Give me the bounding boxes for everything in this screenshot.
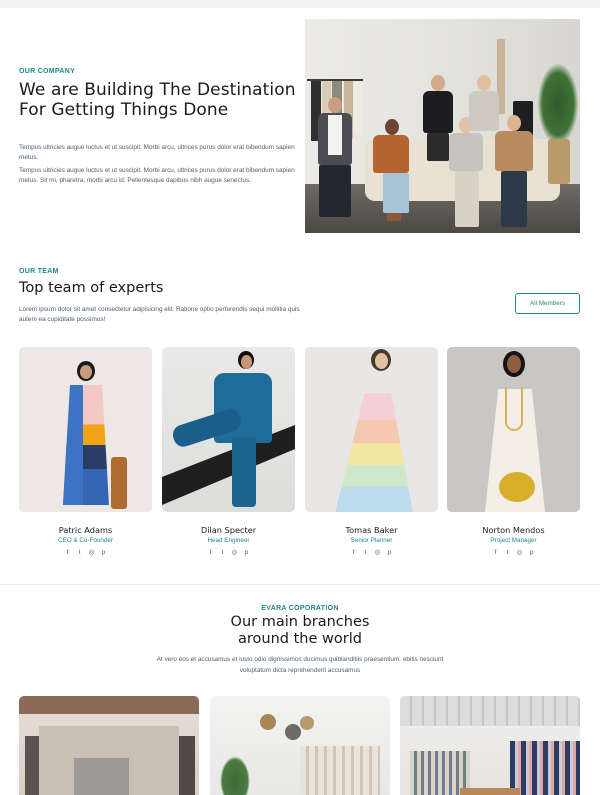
- branches-title-line2: around the world: [238, 631, 362, 647]
- member-role: CEO & Co-Founder: [58, 537, 113, 544]
- pinterest-icon[interactable]: p: [243, 549, 250, 557]
- pinterest-icon[interactable]: p: [528, 549, 535, 557]
- member-photo: [162, 347, 295, 512]
- branches-section: EVARA COPORATION Our main branches aroun…: [0, 585, 600, 795]
- branch-photo: [400, 696, 580, 795]
- member-photo: [19, 347, 152, 512]
- instagram-icon[interactable]: ◎: [231, 549, 238, 557]
- company-eyebrow: OUR COMPANY: [19, 68, 76, 75]
- member-card: Patric Adams CEO & Co-Founder f t ◎ p: [19, 347, 152, 577]
- member-name: Patric Adams: [58, 525, 113, 535]
- member-card: Tomas Baker Senior Planner f t ◎ p: [305, 347, 438, 577]
- member-photo: [447, 347, 580, 512]
- member-card: Norton Mendos Project Manager f t ◎ p: [447, 347, 580, 577]
- facebook-icon[interactable]: f: [64, 549, 71, 557]
- member-card: Dilan Specter Head Engineer f t ◎ p: [162, 347, 295, 577]
- member-name: Dilan Specter: [200, 525, 257, 535]
- pinterest-icon[interactable]: p: [386, 549, 393, 557]
- team-eyebrow: OUR TEAM: [19, 268, 59, 275]
- branches-title: Our main branches around the world: [0, 614, 600, 648]
- person-1: [313, 97, 357, 227]
- member-name: Norton Mendos: [482, 525, 545, 535]
- member-name: Tomas Baker: [345, 525, 398, 535]
- instagram-icon[interactable]: ◎: [374, 549, 381, 557]
- plant: [530, 64, 578, 184]
- branches-paragraph: At vero eos et accusamus et iusto odio d…: [156, 656, 444, 674]
- team-section: OUR TEAM Top team of experts Lorem ipsum…: [0, 248, 600, 585]
- member-socials: f t ◎ p: [447, 549, 580, 557]
- company-title-line1: We are Building The Destination: [19, 80, 296, 100]
- twitter-icon[interactable]: t: [504, 549, 511, 557]
- member-socials: f t ◎ p: [19, 549, 152, 557]
- twitter-icon[interactable]: t: [219, 549, 226, 557]
- company-title-line2: For Getting Things Done: [19, 100, 229, 120]
- team-paragraph: Lorem ipsum dolor sit amet consectetur a…: [19, 306, 300, 323]
- facebook-icon[interactable]: f: [207, 549, 214, 557]
- all-members-button[interactable]: All Members: [515, 293, 580, 314]
- member-role: Project Manager: [490, 537, 537, 544]
- top-bar: [0, 0, 600, 8]
- facebook-icon[interactable]: f: [492, 549, 499, 557]
- branches-eyebrow: EVARA COPORATION: [261, 605, 339, 612]
- company-paragraph-2: Tempus ultricies augue luctus et ut susc…: [19, 167, 295, 184]
- twitter-icon[interactable]: t: [362, 549, 369, 557]
- person-2: [365, 119, 415, 231]
- company-title: We are Building The Destination For Gett…: [19, 80, 304, 120]
- member-socials: f t ◎ p: [162, 549, 295, 557]
- company-section: OUR COMPANY We are Building The Destinat…: [0, 8, 600, 248]
- member-socials: f t ◎ p: [305, 549, 438, 557]
- member-role: Senior Planner: [350, 537, 393, 544]
- branches-title-line1: Our main branches: [230, 614, 370, 630]
- instagram-icon[interactable]: ◎: [88, 549, 95, 557]
- team-group-photo: [305, 19, 580, 233]
- instagram-icon[interactable]: ◎: [516, 549, 523, 557]
- member-role: Head Engineer: [207, 537, 250, 544]
- branch-photo: [19, 696, 199, 795]
- facebook-icon[interactable]: f: [350, 549, 357, 557]
- pinterest-icon[interactable]: p: [100, 549, 107, 557]
- twitter-icon[interactable]: t: [76, 549, 83, 557]
- team-title: Top team of experts: [19, 280, 164, 296]
- company-paragraph-1: Tempus ultricies augue luctus et ut susc…: [19, 144, 295, 161]
- member-photo: [305, 347, 438, 512]
- person-6: [493, 115, 535, 233]
- branch-photo: [210, 696, 390, 795]
